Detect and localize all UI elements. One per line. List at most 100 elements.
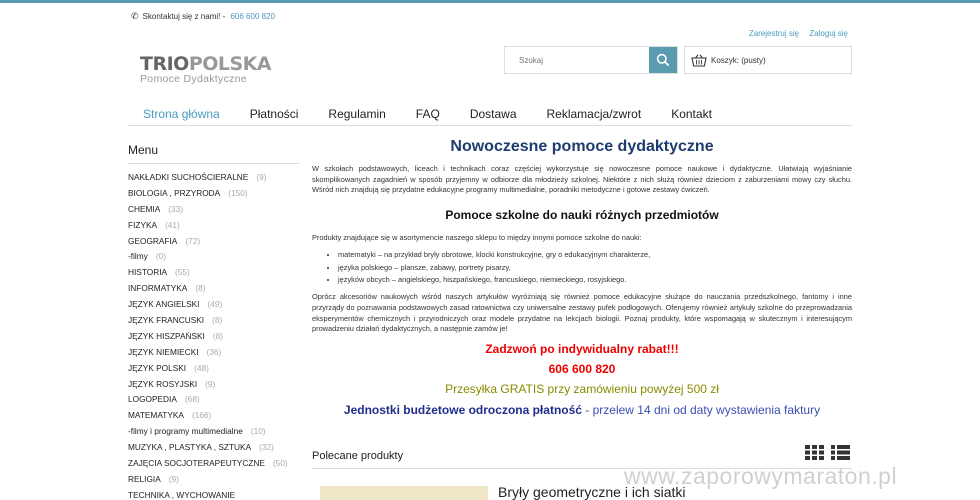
category-label: MUZYKA , PLASTYKA , SZTUKA: [128, 442, 252, 453]
sidebar-category[interactable]: JĘZYK NIEMIECKI (36): [128, 345, 300, 361]
list-item: języka polskiego – plansze, zabawy, port…: [338, 262, 852, 275]
sidebar-category[interactable]: INFORMATYKA (8): [128, 281, 300, 297]
sidebar-category[interactable]: MUZYKA , PLASTYKA , SZTUKA (32): [128, 440, 300, 456]
top-accent-bar: [0, 0, 980, 3]
category-label: NAKŁADKI SUCHOŚCIERALNE: [128, 172, 249, 182]
sidebar-category[interactable]: -filmy (0): [128, 249, 300, 265]
category-count: (10): [250, 426, 266, 437]
contact-separator: -: [220, 12, 228, 21]
nav-item-contact[interactable]: Kontakt: [656, 104, 727, 125]
category-label: JĘZYK POLSKI: [128, 362, 187, 373]
promo-discount: Zadzwoń po indywidualny rabat!!!: [485, 342, 679, 357]
category-list: NAKŁADKI SUCHOŚCIERALNE (9) BIOLOGIA , PRZ…: [128, 170, 300, 500]
category-label: JĘZYK FRANCUSKI: [128, 315, 205, 326]
search-icon: [656, 53, 670, 67]
sidebar-category[interactable]: -filmy i programy multimedialne (10): [128, 424, 300, 440]
lead-paragraph: Produkty znajdujące się w asortymencie n…: [312, 233, 642, 243]
nav-item-payments[interactable]: Płatności: [235, 104, 314, 125]
sidebar-category[interactable]: CHEMIA (33): [128, 202, 300, 218]
list-item: matematyki – na przykład bryły obrotowe,…: [338, 249, 852, 262]
promo-free-shipping: Przesyłka GRATIS przy zamówieniu powyżej…: [445, 382, 719, 397]
cart-button[interactable]: Koszyk: (pusty): [684, 46, 852, 74]
list-item: języków obcych – angielskiego, hiszpańsk…: [338, 274, 852, 287]
category-count: (55): [175, 267, 190, 278]
category-label: CHEMIA: [128, 203, 161, 214]
category-count: (68): [184, 394, 200, 405]
sidebar: Menu NAKŁADKI SUCHOŚCIERALNE (9) BIOLOGIA …: [128, 143, 300, 500]
promo-phone: 606 600 820: [548, 362, 616, 377]
category-label: BIOLOGIA , PRZYRODA: [128, 187, 221, 198]
category-label: -filmy i programy multimedialne: [128, 426, 243, 437]
category-count: (166): [191, 410, 212, 421]
search-box: [504, 46, 678, 74]
nav-item-delivery[interactable]: Dostawa: [455, 104, 532, 125]
sidebar-category[interactable]: GEOGRAFIA (72): [128, 234, 300, 250]
main-nav: Strona główna Płatności Regulamin FAQ Do…: [128, 104, 852, 126]
phone-icon: ✆: [131, 11, 139, 21]
nav-item-faq[interactable]: FAQ: [401, 104, 455, 125]
contact-bar: ✆ Skontaktuj się z nami! - 606 600 820: [131, 11, 275, 22]
contact-phone-link[interactable]: 606 600 820: [230, 12, 275, 21]
category-count: (33): [168, 203, 184, 214]
sidebar-category[interactable]: JĘZYK FRANCUSKI (8): [128, 313, 300, 329]
category-label: JĘZYK ROSYJSKI: [128, 378, 198, 389]
site-logo[interactable]: TRIOPOLSKA Pomoce Dydaktyczne: [140, 53, 272, 85]
category-count: (9): [168, 473, 179, 484]
category-label: -filmy: [128, 251, 148, 262]
sidebar-category[interactable]: BIOLOGIA , PRZYRODA (150): [128, 186, 300, 202]
sidebar-category[interactable]: ZAJĘCIA SOCJOTERAPEUTYCZNE (50): [128, 456, 300, 472]
category-label: LOGOPEDIA: [128, 394, 177, 405]
category-label: RELIGIA: [128, 473, 161, 484]
sidebar-title: Menu: [128, 143, 300, 164]
category-label: FIZYKA: [128, 219, 158, 230]
promo-budget: Jednostki budżetowe odroczona płatność -…: [312, 403, 852, 417]
category-label: HISTORIA: [128, 267, 168, 278]
sidebar-category[interactable]: JĘZYK ROSYJSKI (9): [128, 377, 300, 393]
sidebar-category[interactable]: MATEMATYKA (166): [128, 408, 300, 424]
search-input[interactable]: [505, 47, 649, 73]
cart-label: Koszyk: (pusty): [711, 55, 766, 65]
sidebar-category[interactable]: RELIGIA (9): [128, 472, 300, 488]
nav-item-terms[interactable]: Regulamin: [313, 104, 400, 125]
sidebar-category[interactable]: JĘZYK ANGIELSKI (49): [128, 297, 300, 313]
category-count: (8): [195, 283, 206, 294]
sidebar-category[interactable]: NAKŁADKI SUCHOŚCIERALNE (9): [128, 170, 300, 186]
sidebar-category[interactable]: FIZYKA (41): [128, 218, 300, 234]
promo-budget-rest: - przelew 14 dni od daty wystawienia fak…: [581, 403, 821, 418]
sidebar-category[interactable]: TECHNIKA , WYCHOWANIE: [128, 488, 300, 500]
category-count: (9): [256, 172, 267, 182]
list-view-icon[interactable]: [831, 445, 850, 460]
page-title: Nowoczesne pomoce dydaktyczne: [450, 138, 714, 155]
login-link[interactable]: Zaloguj się: [809, 29, 848, 38]
section-subtitle: Pomoce szkolne do nauki różnych przedmio…: [445, 208, 719, 223]
nav-item-returns[interactable]: Reklamacja/zwrot: [532, 104, 657, 125]
main-content: Nowoczesne pomoce dydaktyczne W szkołach…: [312, 138, 852, 417]
logo-trio: TRIO: [140, 53, 189, 75]
nav-item-home[interactable]: Strona główna: [128, 104, 235, 125]
category-label: JĘZYK NIEMIECKI: [128, 346, 199, 357]
category-count: (8): [212, 315, 223, 326]
intro-paragraph: W szkołach podstawowych, liceach i techn…: [312, 164, 852, 195]
offer-paragraph: Oprócz akcesoriów naukowych wśród naszyc…: [312, 292, 852, 334]
category-count: (8): [212, 330, 223, 341]
sidebar-category[interactable]: JĘZYK HISZPAŃSKI (8): [128, 329, 300, 345]
logo-polska: POLSKA: [188, 53, 272, 75]
contact-label: Skontaktuj się z nami!: [142, 12, 221, 21]
sidebar-category[interactable]: JĘZYK POLSKI (48): [128, 361, 300, 377]
category-label: GEOGRAFIA: [128, 235, 178, 246]
category-label: JĘZYK HISZPAŃSKI: [128, 330, 205, 341]
category-count: (41): [165, 219, 180, 230]
sidebar-category[interactable]: HISTORIA (55): [128, 265, 300, 281]
search-button[interactable]: [649, 47, 677, 73]
product-image[interactable]: [320, 486, 488, 500]
basket-icon: [691, 53, 707, 67]
category-count: (50): [272, 458, 288, 469]
category-count: (150): [228, 187, 248, 198]
category-count: (72): [185, 235, 201, 246]
sidebar-category[interactable]: LOGOPEDIA (68): [128, 392, 300, 408]
featured-title: Polecane produkty: [312, 450, 404, 462]
watermark: www.zaporowymaraton.pl: [624, 463, 898, 489]
register-link[interactable]: Zarejestruj się: [749, 29, 799, 38]
category-count: (0): [155, 251, 166, 262]
grid-view-icon[interactable]: [805, 445, 824, 460]
